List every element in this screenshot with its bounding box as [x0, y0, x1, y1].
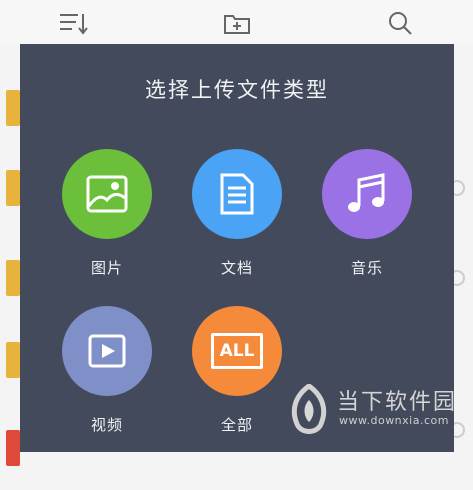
dialog-title: 选择上传文件类型 [145, 78, 329, 102]
watermark-url: www.downxia.com [339, 414, 449, 427]
folder-icon [6, 342, 20, 378]
music-option[interactable]: 音乐 [317, 149, 417, 278]
video-icon [88, 334, 126, 368]
search-icon[interactable] [385, 8, 415, 38]
image-circle[interactable] [62, 149, 152, 239]
video-option[interactable]: 视频 [57, 306, 157, 435]
top-toolbar [0, 0, 473, 44]
document-option-label: 文档 [220, 259, 253, 277]
image-icon [86, 175, 128, 213]
watermark: 当下软件园 www.downxia.com [285, 380, 473, 452]
all-files-icon-text: ALL [219, 341, 255, 361]
all-files-option[interactable]: ALL 全部 [187, 306, 287, 435]
sort-icon[interactable] [58, 8, 88, 38]
folder-icon [6, 260, 20, 296]
music-circle[interactable] [322, 149, 412, 239]
folder-icon [6, 90, 20, 126]
music-icon [348, 173, 385, 212]
all-files-icon: ALL [211, 333, 263, 369]
music-option-label: 音乐 [350, 259, 383, 277]
watermark-text: 当下软件园 [337, 390, 458, 415]
all-files-circle[interactable]: ALL [192, 306, 282, 396]
folder-icon [6, 430, 20, 466]
video-circle[interactable] [62, 306, 152, 396]
watermark-logo-icon [291, 384, 327, 434]
new-folder-icon[interactable] [222, 8, 252, 38]
folder-icon [6, 170, 20, 206]
image-option[interactable]: 图片 [57, 149, 157, 278]
video-option-label: 视频 [90, 416, 123, 434]
image-option-label: 图片 [90, 259, 123, 277]
all-files-option-label: 全部 [220, 416, 253, 434]
document-circle[interactable] [192, 149, 282, 239]
document-icon [220, 173, 254, 215]
document-option[interactable]: 文档 [187, 149, 287, 278]
